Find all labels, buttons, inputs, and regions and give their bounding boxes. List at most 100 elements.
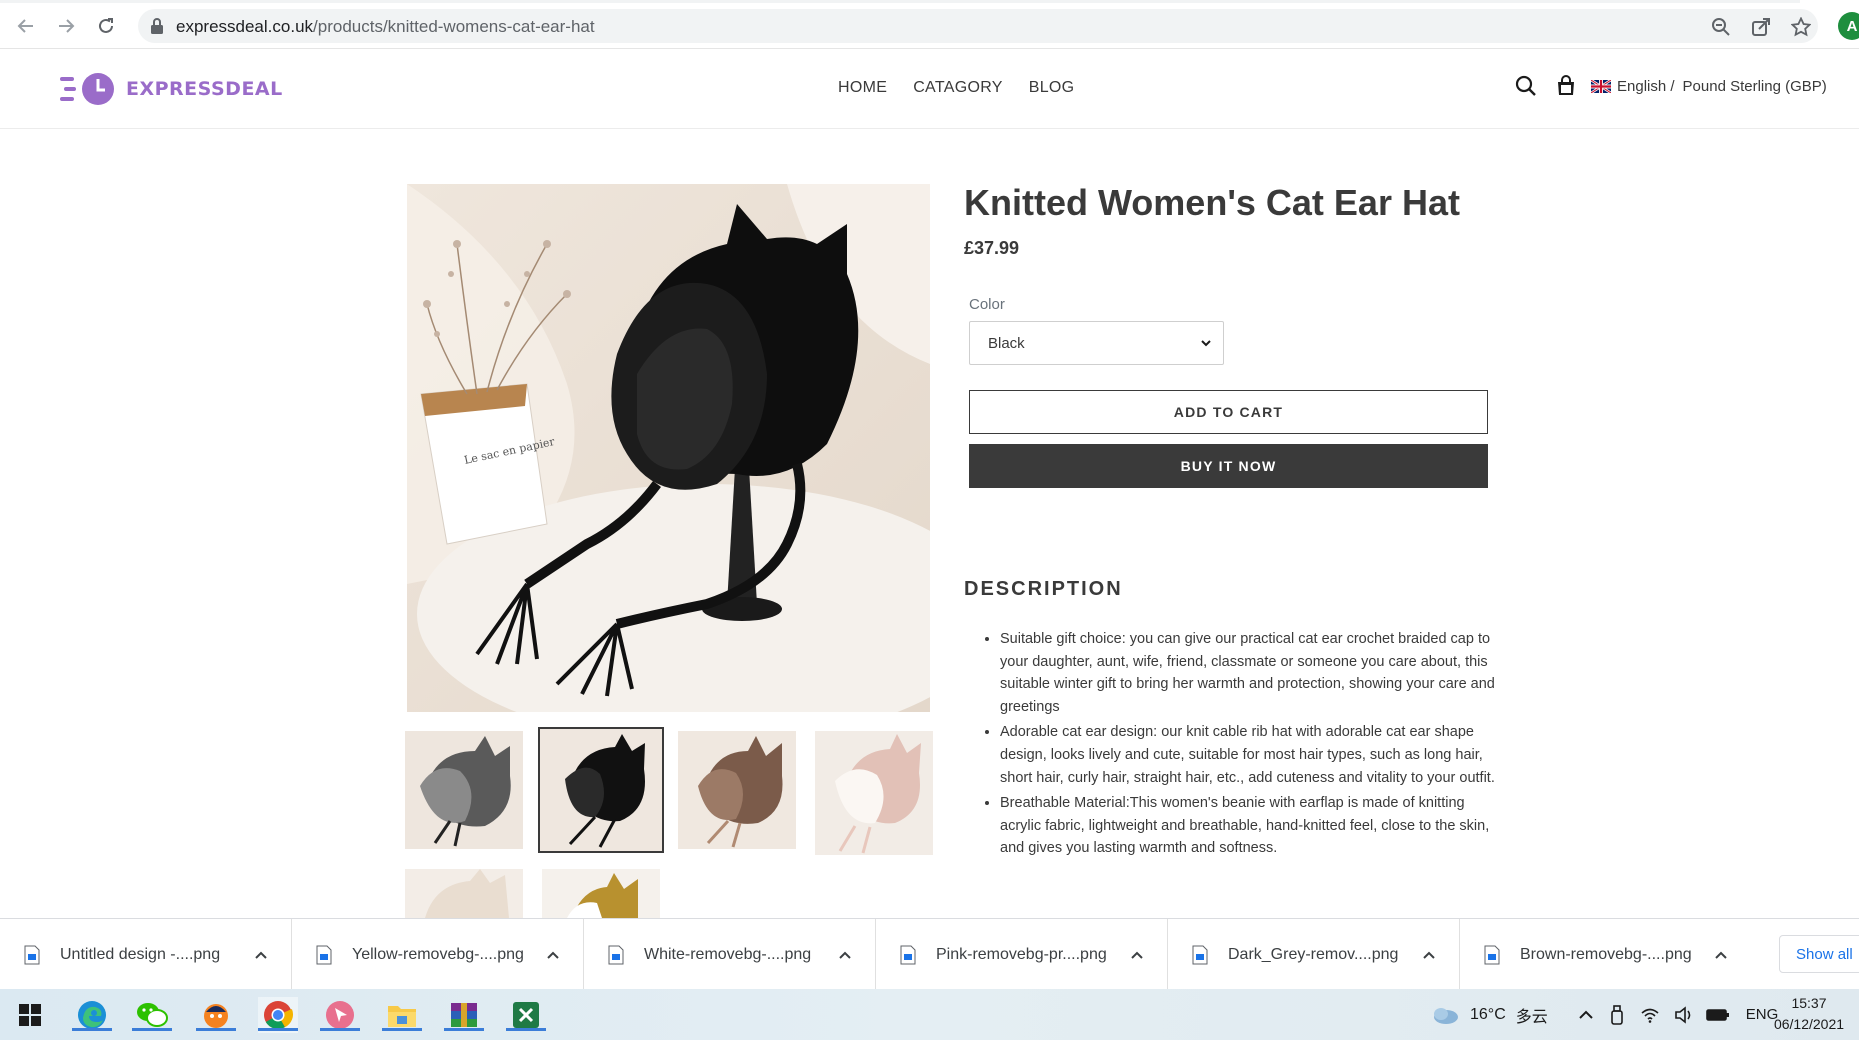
download-item[interactable]: Pink-removebg-pr....png xyxy=(876,919,1168,990)
chevron-up-icon[interactable] xyxy=(1714,948,1728,962)
edge-browser-icon xyxy=(78,1001,106,1029)
grey-hat-thumbnail xyxy=(405,731,523,849)
taskbar-edge[interactable] xyxy=(72,997,112,1033)
excel-icon xyxy=(513,1002,539,1028)
share-icon xyxy=(1752,18,1770,36)
download-file-name: Brown-removebg-....png xyxy=(1520,945,1692,963)
brown-hat-thumbnail xyxy=(678,731,796,849)
url-domain: expressdeal.co.uk xyxy=(176,17,314,36)
star-icon xyxy=(1791,17,1811,37)
chevron-up-icon[interactable] xyxy=(1578,1007,1594,1023)
volume-icon[interactable] xyxy=(1674,1005,1694,1024)
add-to-cart-button[interactable]: ADD TO CART xyxy=(969,390,1488,434)
thumbnail-grey[interactable] xyxy=(405,731,523,849)
taskbar-winrar[interactable] xyxy=(444,997,484,1033)
taskbar-wechat[interactable] xyxy=(132,997,172,1033)
color-select-value: Black xyxy=(988,335,1025,352)
file-image-icon xyxy=(608,945,624,964)
start-button[interactable] xyxy=(10,997,50,1033)
taskbar-pointer-app[interactable] xyxy=(320,997,360,1033)
black-hat-thumbnail xyxy=(540,729,662,851)
running-indicator xyxy=(382,1028,422,1031)
browser-toolbar: expressdeal.co.uk/products/knitted-women… xyxy=(0,0,1859,49)
black-cat-ear-hat-photo: Le sac en papier xyxy=(407,184,930,712)
product-title: Knitted Women's Cat Ear Hat xyxy=(964,182,1460,223)
download-item[interactable]: Dark_Grey-remov....png xyxy=(1168,919,1460,990)
battery-icon[interactable] xyxy=(1705,1008,1730,1022)
address-bar[interactable]: expressdeal.co.uk/products/knitted-women… xyxy=(138,9,1818,43)
download-file-name: Dark_Grey-remov....png xyxy=(1228,945,1399,963)
back-button[interactable] xyxy=(12,12,40,40)
language-selector[interactable]: English / xyxy=(1617,78,1675,95)
thumbnail-white[interactable] xyxy=(405,869,523,918)
system-tray: 16°C 多云 ENG xyxy=(1430,989,1778,1040)
description-item: Adorable cat ear design: our knit cable … xyxy=(1000,721,1500,789)
pink-hat-thumbnail xyxy=(815,731,933,855)
thumbnail-yellow[interactable] xyxy=(542,869,660,918)
temperature-text[interactable]: 16°C xyxy=(1470,1006,1506,1024)
share-button[interactable] xyxy=(1750,16,1772,38)
running-indicator xyxy=(258,1028,298,1031)
chevron-up-icon[interactable] xyxy=(1422,948,1436,962)
profile-avatar[interactable]: A xyxy=(1838,12,1859,40)
white-hat-thumbnail xyxy=(405,869,523,918)
cart-bag-icon[interactable] xyxy=(1555,75,1577,97)
product-main-image[interactable]: Le sac en papier xyxy=(407,184,930,712)
description-item: Breathable Material:This women's beanie … xyxy=(1000,792,1500,860)
chevron-down-icon xyxy=(1201,340,1211,347)
search-icon[interactable] xyxy=(1515,75,1537,97)
running-indicator xyxy=(506,1028,546,1031)
thumbnail-brown[interactable] xyxy=(678,731,796,849)
weather-cloud-icon[interactable] xyxy=(1430,1005,1460,1025)
download-item[interactable]: Brown-removebg-....png xyxy=(1460,919,1752,990)
taskbar-excel[interactable] xyxy=(506,997,546,1033)
nav-category[interactable]: CATAGORY xyxy=(913,79,1003,97)
reload-icon xyxy=(99,18,113,33)
arrow-right-icon xyxy=(59,19,75,33)
lock-icon xyxy=(151,18,163,34)
folder-icon xyxy=(388,1006,416,1027)
chevron-up-icon[interactable] xyxy=(838,948,852,962)
show-all-downloads-button[interactable]: Show all xyxy=(1779,935,1859,973)
taskbar-chrome[interactable] xyxy=(258,997,298,1033)
url-path: /products/knitted-womens-cat-ear-hat xyxy=(313,17,595,36)
wifi-icon[interactable] xyxy=(1640,1007,1660,1023)
yellow-hat-thumbnail xyxy=(542,869,660,918)
taskbar-clock[interactable]: 15:37 06/12/2021 xyxy=(1768,993,1850,1035)
description-item: Suitable gift choice: you can give our p… xyxy=(1000,628,1500,718)
running-indicator xyxy=(196,1028,236,1031)
running-indicator xyxy=(132,1028,172,1031)
usb-drive-icon[interactable] xyxy=(1610,1004,1624,1025)
downloads-bar: Untitled design -....png Yellow-removebg… xyxy=(0,918,1859,990)
file-image-icon xyxy=(316,945,332,964)
download-file-name: Untitled design -....png xyxy=(60,945,221,963)
zoom-button[interactable] xyxy=(1710,16,1732,38)
weather-text[interactable]: 多云 xyxy=(1516,1003,1548,1027)
download-file-name: Pink-removebg-pr....png xyxy=(936,945,1107,963)
buy-it-now-button[interactable]: BUY IT NOW xyxy=(969,444,1488,488)
arrow-left-icon xyxy=(17,19,33,33)
currency-selector[interactable]: Pound Sterling (GBP) xyxy=(1683,78,1827,95)
chevron-up-icon[interactable] xyxy=(546,948,560,962)
color-select[interactable]: Black xyxy=(969,321,1224,365)
clock-time: 15:37 xyxy=(1791,995,1827,1011)
chevron-up-icon[interactable] xyxy=(254,948,268,962)
nav-blog[interactable]: BLOG xyxy=(1029,79,1075,97)
site-logo[interactable]: EXPRESSDEAL xyxy=(58,71,283,107)
thumbnail-black[interactable] xyxy=(538,727,664,853)
taskbar-app-cartoon[interactable] xyxy=(196,997,236,1033)
description-list: Suitable gift choice: you can give our p… xyxy=(980,628,1500,863)
taskbar-file-explorer[interactable] xyxy=(382,997,422,1033)
nav-home[interactable]: HOME xyxy=(838,79,887,97)
chevron-up-icon[interactable] xyxy=(1130,948,1144,962)
main-navigation: HOME CATAGORY BLOG xyxy=(838,79,1074,97)
reload-button[interactable] xyxy=(92,12,120,40)
download-item[interactable]: White-removebg-....png xyxy=(584,919,876,990)
download-item[interactable]: Yellow-removebg-....png xyxy=(292,919,584,990)
forward-button[interactable] xyxy=(52,12,80,40)
color-label: Color xyxy=(969,296,1005,313)
bookmark-button[interactable] xyxy=(1790,16,1812,38)
thumbnail-pink[interactable] xyxy=(815,731,933,855)
site-header: EXPRESSDEAL HOME CATAGORY BLOG English /… xyxy=(0,49,1859,129)
download-item[interactable]: Untitled design -....png xyxy=(0,919,292,990)
